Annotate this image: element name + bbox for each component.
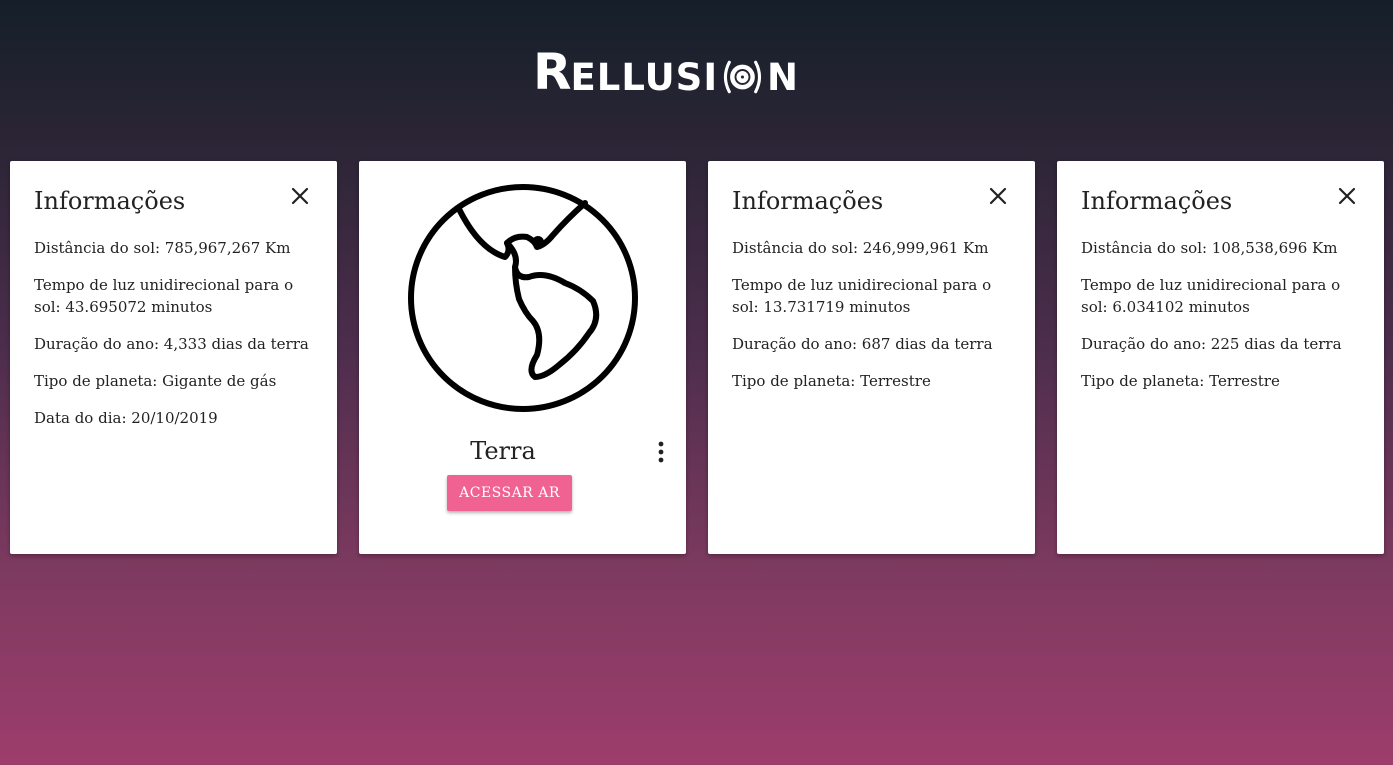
planet-card: Terra ACESSAR AR bbox=[359, 161, 686, 554]
globe-americas-icon bbox=[408, 184, 638, 412]
info-year-length: Duração do ano: 225 dias da terra bbox=[1081, 335, 1342, 353]
info-distance: Distância do sol: 108,538,696 Km bbox=[1081, 239, 1338, 257]
logo-text-start: ELLUSI bbox=[570, 55, 719, 99]
app-logo: R ELLUSI N bbox=[533, 44, 799, 100]
info-list: Distância do sol: 108,538,696 Km Tempo d… bbox=[1081, 237, 1364, 407]
access-ar-button[interactable]: ACESSAR AR bbox=[447, 475, 572, 511]
info-light-time: Tempo de luz unidirecional para o sol: 4… bbox=[34, 276, 294, 316]
info-distance: Distância do sol: 246,999,961 Km bbox=[732, 239, 989, 257]
info-year-length: Duração do ano: 4,333 dias da terra bbox=[34, 335, 309, 353]
info-card-title: Informações bbox=[1081, 187, 1233, 215]
info-planet-type: Tipo de planeta: Gigante de gás bbox=[34, 372, 277, 390]
info-distance: Distância do sol: 785,967,267 Km bbox=[34, 239, 291, 257]
info-date: Data do dia: 20/10/2019 bbox=[34, 409, 218, 427]
info-planet-type: Tipo de planeta: Terrestre bbox=[1081, 372, 1280, 390]
info-card: Informações Distância do sol: 785,967,26… bbox=[10, 161, 337, 554]
info-light-time: Tempo de luz unidirecional para o sol: 1… bbox=[732, 276, 992, 316]
logo-eye-icon bbox=[723, 60, 762, 94]
more-vert-icon[interactable] bbox=[656, 441, 666, 463]
close-icon[interactable] bbox=[1336, 185, 1358, 207]
close-icon[interactable] bbox=[987, 185, 1009, 207]
info-light-time: Tempo de luz unidirecional para o sol: 6… bbox=[1081, 276, 1341, 316]
close-icon[interactable] bbox=[289, 185, 311, 207]
info-planet-type: Tipo de planeta: Terrestre bbox=[732, 372, 931, 390]
planet-name: Terra bbox=[470, 437, 536, 465]
logo-big-letter: R bbox=[533, 43, 572, 101]
info-list: Distância do sol: 246,999,961 Km Tempo d… bbox=[732, 237, 1015, 407]
info-card: Informações Distância do sol: 108,538,69… bbox=[1057, 161, 1384, 554]
logo-text-end: N bbox=[767, 55, 799, 99]
info-year-length: Duração do ano: 687 dias da terra bbox=[732, 335, 993, 353]
info-card: Informações Distância do sol: 246,999,96… bbox=[708, 161, 1035, 554]
info-list: Distância do sol: 785,967,267 Km Tempo d… bbox=[34, 237, 317, 444]
info-card-title: Informações bbox=[34, 187, 186, 215]
info-card-title: Informações bbox=[732, 187, 884, 215]
